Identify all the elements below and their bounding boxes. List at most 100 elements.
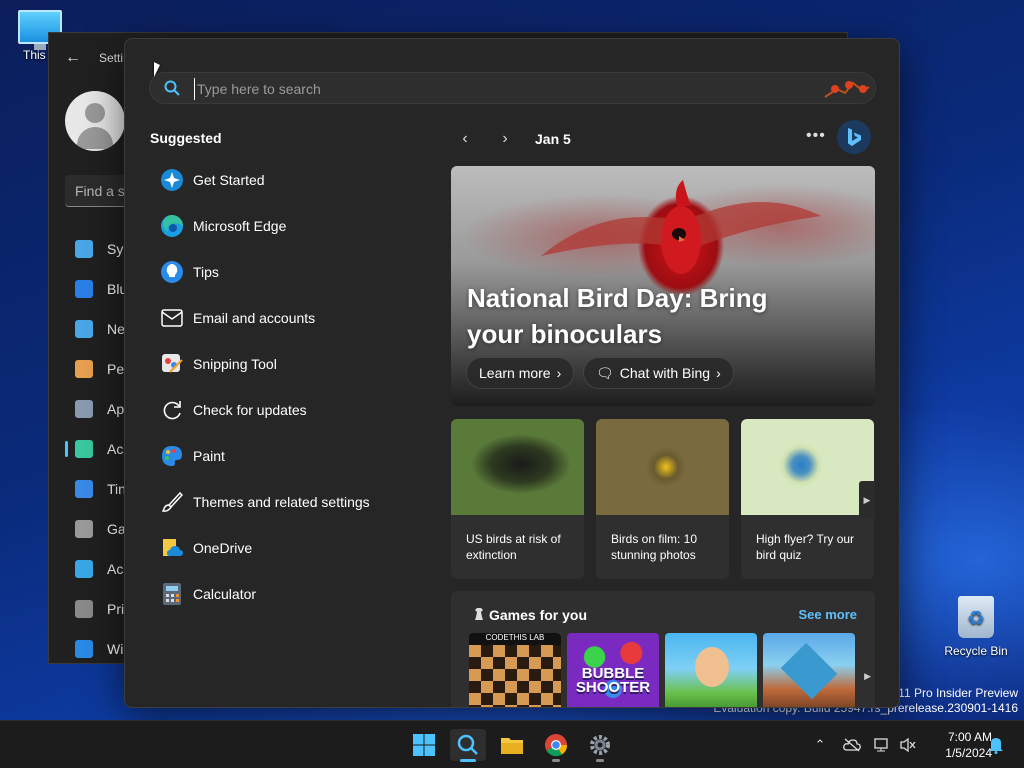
- settings-nav-item[interactable]: Sys: [65, 229, 130, 269]
- chevron-right-icon[interactable]: ›: [495, 129, 515, 149]
- bing-button[interactable]: [837, 120, 871, 154]
- suggested-app-label: Paint: [193, 448, 225, 464]
- settings-nav-item[interactable]: Per: [65, 349, 130, 389]
- suggested-app-item[interactable]: Themes and related settings: [149, 479, 419, 525]
- scroll-right-icon[interactable]: ▶: [859, 481, 875, 519]
- network-icon[interactable]: [870, 733, 894, 757]
- settings-nav-label: Ac: [107, 441, 124, 457]
- settings-nav-item[interactable]: Ga: [65, 509, 130, 549]
- game-tiles: CODETHIS LAB BUBBLE SHOOTER: [469, 633, 855, 707]
- system-tray: ⌃: [808, 721, 920, 768]
- brush-icon: [75, 360, 93, 378]
- hero-card[interactable]: National Bird Day: Bring your binoculars…: [451, 166, 875, 406]
- settings-taskbar-button[interactable]: [582, 729, 618, 762]
- search-taskbar-button[interactable]: [450, 729, 486, 762]
- game-tile-chess[interactable]: CODETHIS LAB: [469, 633, 561, 707]
- windows-logo-icon: [413, 734, 435, 756]
- settings-nav-item[interactable]: Pri: [65, 589, 130, 629]
- chevron-up-icon[interactable]: ⌃: [808, 733, 832, 757]
- games-heading: Games for you: [489, 607, 588, 623]
- suggested-app-label: Microsoft Edge: [193, 218, 287, 234]
- back-arrow-icon[interactable]: ←: [65, 49, 81, 67]
- time-icon: [75, 480, 93, 498]
- search-box[interactable]: [149, 72, 876, 104]
- settings-nav-item[interactable]: Wi: [65, 629, 130, 669]
- clock[interactable]: 7:00 AM 1/5/2024: [922, 729, 992, 761]
- chevron-right-icon: ›: [716, 365, 721, 381]
- mail-icon: [159, 305, 185, 331]
- news-card-image: [596, 419, 729, 515]
- news-card-title: US birds at risk of extinction: [466, 532, 561, 562]
- apps-icon: [75, 400, 93, 418]
- hero-headline: National Bird Day: Bring your binoculars: [467, 283, 768, 349]
- learn-more-label: Learn more: [479, 365, 551, 381]
- suggested-app-label: Tips: [193, 264, 219, 280]
- settings-nav-item[interactable]: Ne: [65, 309, 130, 349]
- news-card[interactable]: High flyer? Try our bird quiz: [741, 419, 874, 579]
- suggested-app-item[interactable]: Snipping Tool: [149, 341, 419, 387]
- chat-with-bing-label: Chat with Bing: [619, 365, 711, 381]
- chevron-left-icon[interactable]: ‹: [455, 129, 475, 149]
- avatar[interactable]: [65, 91, 125, 151]
- settings-nav-item[interactable]: Tin: [65, 469, 130, 509]
- recycle-bin-label: Recycle Bin: [944, 644, 1008, 658]
- chess-piece-icon: [475, 608, 483, 620]
- news-card-image: [741, 419, 874, 515]
- scroll-right-icon[interactable]: ▶: [864, 671, 871, 682]
- suggested-app-label: Email and accounts: [193, 310, 316, 326]
- suggested-heading: Suggested: [150, 130, 222, 146]
- folder-icon: [501, 738, 523, 754]
- more-options-icon[interactable]: •••: [806, 127, 826, 145]
- update-icon: [75, 640, 93, 658]
- start-button[interactable]: [406, 729, 442, 761]
- suggested-app-item[interactable]: Microsoft Edge: [149, 203, 419, 249]
- game-tile-island[interactable]: [763, 633, 855, 707]
- chat-with-bing-button[interactable]: 🗨 Chat with Bing ›: [583, 357, 734, 389]
- file-explorer-button[interactable]: [494, 729, 530, 761]
- clock-time: 7:00 AM: [947, 730, 992, 744]
- settings-nav-item[interactable]: Ap: [65, 389, 130, 429]
- mouse-cursor: [154, 62, 160, 77]
- settings-nav-label: Ne: [107, 321, 125, 337]
- get-started-icon: [159, 167, 185, 193]
- news-cards: US birds at risk of extinction Birds on …: [451, 419, 875, 579]
- games-section: Games for you See more CODETHIS LAB BUBB…: [451, 591, 875, 707]
- suggested-app-item[interactable]: Paint: [149, 433, 419, 479]
- learn-more-button[interactable]: Learn more ›: [466, 357, 575, 389]
- search-icon: [164, 80, 180, 96]
- chrome-button[interactable]: [538, 729, 574, 762]
- date-navigation: ‹ › Jan 5: [455, 127, 570, 151]
- notification-bell-icon[interactable]: [984, 733, 1008, 757]
- game-tile-label: CODETHIS LAB: [469, 633, 561, 645]
- suggested-app-list: Get Started Microsoft Edge Tips Email and a…: [149, 157, 419, 617]
- settings-nav-label: Ap: [107, 401, 125, 417]
- news-card-title: High flyer? Try our bird quiz: [756, 532, 855, 562]
- onedrive-icon: [159, 535, 185, 561]
- suggested-app-item[interactable]: Get Started: [149, 157, 419, 203]
- gaming-icon: [75, 520, 93, 538]
- settings-nav-item[interactable]: Ac: [65, 429, 130, 469]
- game-tile-bubble-shooter[interactable]: BUBBLE SHOOTER: [567, 633, 659, 707]
- news-card[interactable]: Birds on film: 10 stunning photos: [596, 419, 729, 579]
- suggested-app-item[interactable]: Calculator: [149, 571, 419, 617]
- settings-nav-item[interactable]: Blu: [65, 269, 130, 309]
- onedrive-offline-icon[interactable]: [840, 733, 864, 757]
- suggested-app-item[interactable]: Check for updates: [149, 387, 419, 433]
- running-indicator: [596, 759, 604, 762]
- suggested-app-label: Check for updates: [193, 402, 307, 418]
- tips-icon: [159, 259, 185, 285]
- active-indicator: [460, 759, 476, 762]
- volume-muted-icon[interactable]: [896, 733, 920, 757]
- cardinal-birds-icon: [824, 81, 870, 98]
- search-icon: [457, 734, 478, 755]
- search-flyout: Suggested Get Started Microsoft Edge Tips E…: [124, 38, 900, 708]
- game-tile-farm[interactable]: [665, 633, 757, 707]
- search-input[interactable]: [194, 78, 774, 100]
- recycle-bin-shortcut[interactable]: Recycle Bin: [940, 596, 1012, 658]
- news-card[interactable]: US birds at risk of extinction: [451, 419, 584, 579]
- suggested-app-item[interactable]: OneDrive: [149, 525, 419, 571]
- suggested-app-item[interactable]: Tips: [149, 249, 419, 295]
- see-more-link[interactable]: See more: [798, 607, 857, 622]
- settings-nav-item[interactable]: Acc: [65, 549, 130, 589]
- suggested-app-item[interactable]: Email and accounts: [149, 295, 419, 341]
